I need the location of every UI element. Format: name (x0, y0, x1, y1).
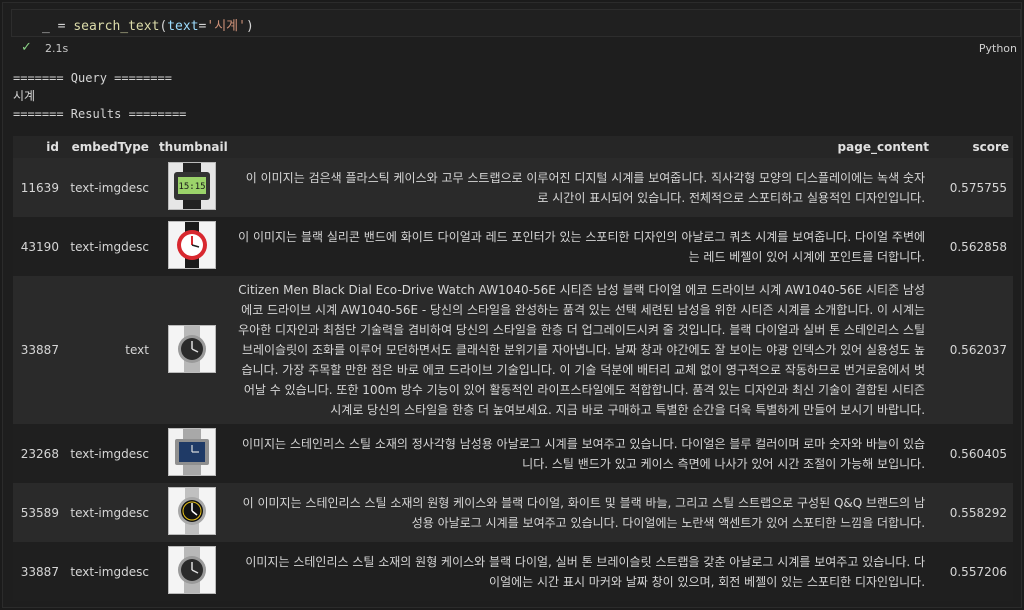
cell-score: 0.557206 (933, 542, 1013, 601)
digital-readout-text: 15:15 (179, 182, 206, 192)
code-paren-close: ) (245, 19, 254, 34)
column-header-embedtype: embedType (62, 136, 153, 158)
table-row: 53589 text-imgdesc 이 이미지는 스테인리스 스틸 소재의 원… (13, 483, 1013, 542)
column-header-id: id (13, 136, 63, 158)
cell-page-content: 이미지는 스테인리스 스틸 소재의 정사각형 남성용 아날로그 시계를 보여주고… (231, 424, 934, 483)
code-string: '시계' (206, 19, 246, 34)
code-param: text (167, 19, 199, 34)
cell-embedtype: text-imgdesc (62, 217, 153, 276)
digital-watch-thumbnail: 15:15 (168, 162, 217, 210)
rectangular-watch-thumbnail (168, 428, 217, 476)
query-text: 시계 (13, 89, 36, 103)
check-icon: ✓ (21, 40, 32, 55)
cell-page-content: 이미지는 스테인리스 스틸 소재의 원형 케이스와 블랙 다이얼, 실버 톤 브… (231, 542, 934, 601)
cell-id: 33887 (13, 542, 63, 601)
kernel-label[interactable]: Python (979, 42, 1017, 55)
cell-score: 0.575755 (933, 158, 1013, 217)
cell-status-bar: ✓ 2.1s Python (17, 40, 1021, 57)
steel-watch-thumbnail (168, 324, 217, 373)
column-header-thumbnail: thumbnail (152, 136, 232, 158)
cell-embedtype: text-imgdesc (62, 424, 153, 483)
cell-embedtype: text-imgdesc (62, 158, 153, 217)
cell-embedtype: text-imgdesc (62, 542, 153, 601)
cell-page-content: 이 이미지는 블랙 실리콘 밴드에 화이트 다이얼과 레드 포인터가 있는 스포… (231, 217, 934, 276)
cell-id: 11639 (13, 158, 63, 217)
cell-score: 0.558292 (933, 483, 1013, 542)
results-table: id embedType thumbnail page_content scor… (13, 136, 1013, 601)
execution-time: 2.1s (45, 42, 69, 55)
cell-id: 53589 (13, 483, 63, 542)
notebook-cell: _ = search_text(text='시계') ✓ 2.1s Python… (2, 2, 1022, 608)
cell-page-content: 이 이미지는 검은색 플라스틱 케이스와 고무 스트랩으로 이루어진 디지털 시… (231, 158, 934, 217)
cell-score: 0.560405 (933, 424, 1013, 483)
cell-page-content: Citizen Men Black Dial Eco-Drive Watch A… (231, 276, 934, 424)
cell-id: 33887 (13, 276, 63, 424)
column-header-page-content: page_content (231, 136, 934, 158)
code-line[interactable]: _ = search_text(text='시계') (42, 15, 254, 34)
query-header: ======= Query ======== (13, 71, 172, 85)
cell-embedtype: text-imgdesc (62, 483, 153, 542)
cell-output: ======= Query ======== 시계 ======= Result… (13, 69, 1019, 123)
cell-page-content: 이 이미지는 스테인리스 스틸 소재의 원형 케이스와 블랙 다이얼, 화이트 … (231, 483, 934, 542)
cell-id: 43190 (13, 217, 63, 276)
table-row: 33887 text Citizen Men Black Dial Eco-Dr… (13, 276, 1013, 424)
table-row: 33887 text-imgdesc 이미지는 스테인리스 스틸 소재의 원형 … (13, 542, 1013, 601)
table-header-row: id embedType thumbnail page_content scor… (13, 136, 1013, 158)
table-row: 43190 text-imgdesc 이 이미지는 블랙 실리콘 밴드에 화이트… (13, 217, 1013, 276)
table-row: 11639 text-imgdesc 15:15 이 이미지는 검은색 플라스틱… (13, 158, 1013, 217)
cell-embedtype: text (62, 276, 153, 424)
steel-watch-thumbnail (168, 546, 217, 594)
cell-id: 23268 (13, 424, 63, 483)
code-prefix: _ = (42, 19, 74, 34)
cell-score: 0.562858 (933, 217, 1013, 276)
code-cell-input[interactable]: _ = search_text(text='시계') (11, 9, 1021, 37)
yellow-accent-watch-thumbnail (168, 487, 217, 535)
cell-score: 0.562037 (933, 276, 1013, 424)
column-header-score: score (933, 136, 1013, 158)
results-header: ======= Results ======== (13, 107, 187, 121)
code-function: search_text (73, 19, 160, 34)
table-row: 23268 text-imgdesc 이미지는 스테인리스 스틸 소재의 정사각… (13, 424, 1013, 483)
red-analog-watch-thumbnail (168, 221, 217, 269)
